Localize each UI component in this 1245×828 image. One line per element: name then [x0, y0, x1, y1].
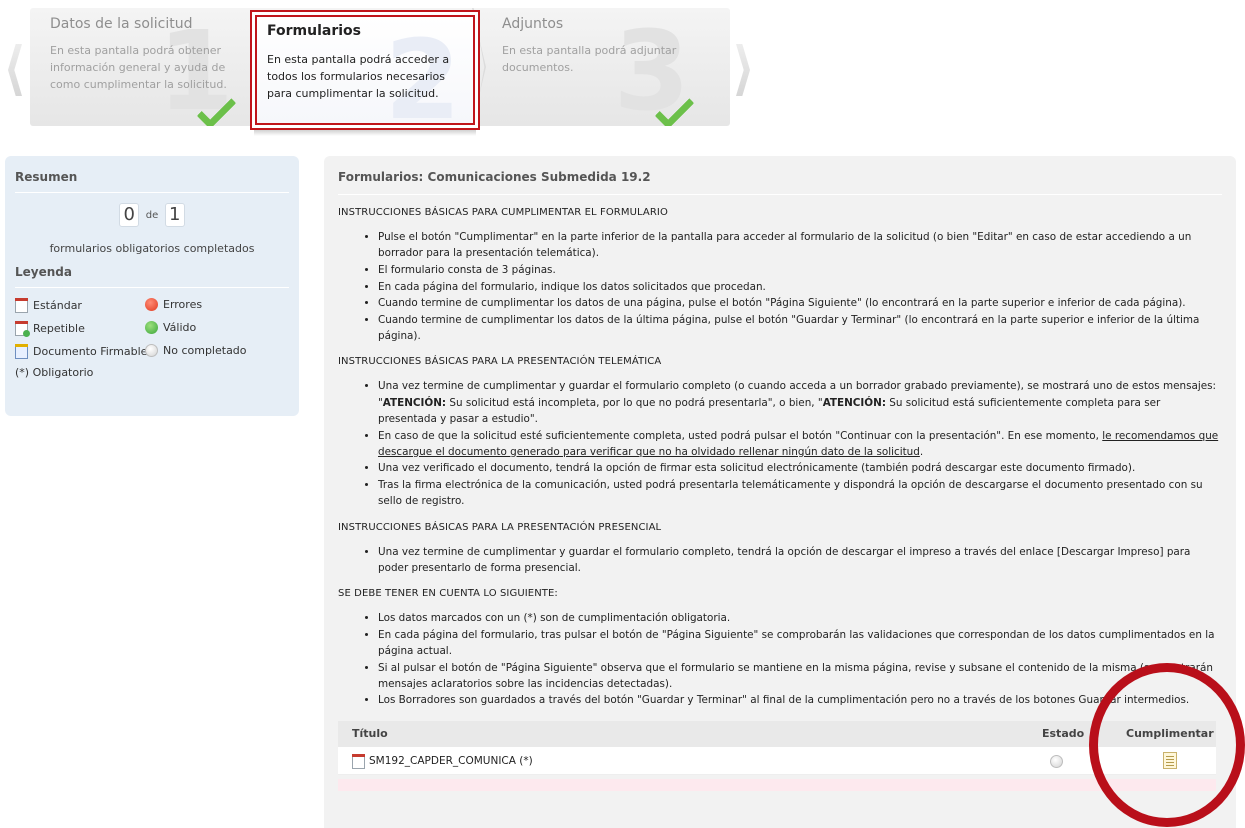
counter-de: de: [145, 209, 159, 221]
step-description: En esta pantalla podrá adjuntar document…: [502, 44, 677, 74]
instructions-list-telematica: Una vez termine de cumplimentar y guarda…: [378, 378, 1222, 509]
forms-table: Título Estado Cumplimentar SM192_CAPDER_…: [338, 720, 1216, 775]
legend-firmable: Documento Firmable: [15, 344, 147, 359]
legend-estandar: Estándar: [15, 298, 82, 313]
page-title: Formularios: Comunicaciones Submedida 19…: [338, 170, 1222, 195]
legend-label: Documento Firmable: [33, 345, 148, 358]
legend-label: Válido: [163, 321, 197, 334]
wizard-next-arrow[interactable]: [736, 44, 750, 96]
list-item: En cada página del formulario, indique l…: [378, 279, 1222, 295]
standard-form-icon: [352, 753, 365, 769]
legend-title: Leyenda: [15, 265, 289, 288]
error-status-icon: [145, 298, 158, 311]
instructions-list-tener-en-cuenta: Los datos marcados con un (*) son de cum…: [378, 610, 1222, 709]
wizard-steps: 1 Datos de la solicitud En esta pantalla…: [0, 0, 760, 150]
list-item: Pulse el botón "Cumplimentar" en la part…: [378, 229, 1222, 261]
legend: Estándar Errores Repetible Válido Docume…: [15, 298, 289, 359]
mandatory-note: (*) Obligatorio: [15, 366, 94, 379]
text: .: [919, 445, 924, 458]
legend-no-completado: No completado: [145, 344, 247, 357]
text-bold: ATENCIÓN:: [822, 396, 886, 409]
legend-errores: Errores: [145, 298, 202, 311]
list-item: Cuando termine de cumplimentar los datos…: [378, 312, 1222, 344]
text: Su solicitud está incompleta, por lo que…: [446, 396, 823, 409]
step-title: Adjuntos: [502, 16, 564, 32]
step-title: Formularios: [267, 23, 361, 39]
legend-label: No completado: [163, 344, 247, 357]
step-adjuntos[interactable]: 3 Adjuntos En esta pantalla podrá adjunt…: [482, 8, 730, 126]
forms-main-panel: Formularios: Comunicaciones Submedida 19…: [324, 156, 1236, 828]
list-item: Cuando termine de cumplimentar los datos…: [378, 295, 1222, 311]
valid-status-icon: [145, 321, 158, 334]
step-title: Datos de la solicitud: [50, 16, 193, 32]
section-heading-cumplimentar: INSTRUCCIONES BÁSICAS PARA CUMPLIMENTAR …: [338, 207, 668, 218]
not-completed-status-icon: [1050, 754, 1063, 768]
text-bold: ATENCIÓN:: [382, 396, 447, 409]
legend-label: Estándar: [33, 299, 82, 312]
step-description: En esta pantalla podrá obtener informaci…: [50, 44, 227, 91]
text: En caso de que la solicitud esté suficie…: [378, 429, 1103, 442]
step-datos-solicitud[interactable]: 1 Datos de la solicitud En esta pantalla…: [30, 8, 252, 126]
active-step-shadow: [254, 130, 476, 136]
cumplimentar-button[interactable]: [1163, 751, 1177, 769]
check-icon: [656, 92, 690, 116]
list-item: En cada página del formulario, tras puls…: [378, 627, 1222, 659]
table-row: SM192_CAPDER_COMUNICA (*): [338, 746, 1216, 775]
list-item: Los Borradores son guardados a través de…: [378, 692, 1222, 708]
column-header-titulo: Título: [352, 727, 388, 741]
counter-label: formularios obligatorios completados: [49, 242, 255, 255]
list-item: En caso de que la solicitud esté suficie…: [378, 428, 1222, 460]
list-item: Una vez verificado el documento, tendrá …: [378, 460, 1222, 476]
section-heading-tener-en-cuenta: SE DEBE TENER EN CUENTA LO SIGUIENTE:: [338, 587, 558, 599]
list-item: Una vez termine de cumplimentar y guarda…: [378, 544, 1222, 576]
forms-counter: 0 de 1: [15, 203, 289, 233]
form-name: SM192_CAPDER_COMUNICA (*): [369, 755, 533, 768]
legend-label: Errores: [163, 298, 203, 311]
check-icon: [198, 92, 232, 116]
section-heading-presencial: INSTRUCCIONES BÁSICAS PARA LA PRESENTACI…: [338, 521, 662, 533]
step-formularios-active[interactable]: 2 Formularios En esta pantalla podrá acc…: [250, 10, 480, 130]
legend-valido: Válido: [145, 321, 196, 334]
section-heading-telematica: INSTRUCCIONES BÁSICAS PARA LA PRESENTACI…: [338, 356, 662, 368]
signable-document-icon: [15, 344, 28, 359]
step-description: En esta pantalla podrá acceder a todos l…: [267, 53, 450, 100]
message-band: [338, 778, 1216, 791]
form-title-cell: SM192_CAPDER_COMUNICA (*): [352, 753, 533, 769]
total-count: 1: [164, 203, 185, 227]
instructions-list-cumplimentar: Pulse el botón "Cumplimentar" en la part…: [378, 229, 1222, 344]
not-completed-status-icon: [145, 344, 158, 357]
completed-count: 0: [119, 203, 140, 227]
list-item: Los datos marcados con un (*) son de cum…: [378, 610, 1222, 626]
list-item: El formulario consta de 3 páginas.: [378, 262, 1222, 278]
repeatable-form-icon: [15, 321, 30, 337]
standard-form-icon: [15, 298, 28, 313]
list-item: Una vez termine de cumplimentar y guarda…: [378, 378, 1222, 427]
summary-panel: Resumen 0 de 1 formularios obligatorios …: [5, 156, 299, 416]
list-item: Tras la firma electrónica de la comunica…: [378, 477, 1222, 509]
instructions-list-presencial: Una vez termine de cumplimentar y guarda…: [378, 544, 1222, 576]
summary-title: Resumen: [15, 170, 289, 193]
column-header-cumplimentar: Cumplimentar: [1126, 727, 1214, 741]
wizard-prev-arrow[interactable]: [8, 44, 22, 96]
column-header-estado: Estado: [1042, 727, 1085, 741]
legend-repetible: Repetible: [15, 321, 85, 337]
legend-label: Repetible: [33, 322, 85, 335]
list-item: Si al pulsar el botón de "Página Siguien…: [378, 660, 1222, 692]
table-header: Título Estado Cumplimentar: [338, 720, 1216, 747]
